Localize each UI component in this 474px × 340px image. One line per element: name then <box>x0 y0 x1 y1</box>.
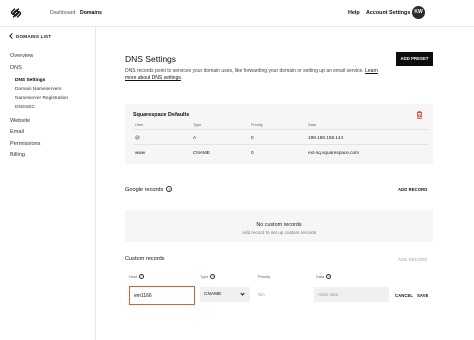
domains-list-back-link[interactable]: DOMAINS LIST <box>9 32 52 39</box>
sidebar-subitem-dnssec[interactable]: DNSSEC <box>15 105 35 110</box>
account-settings-link[interactable]: Account Settings <box>366 10 410 16</box>
record-type: CNAME <box>193 150 210 155</box>
chevron-left-icon <box>9 32 15 39</box>
sidebar-subitem-domain-nameservers[interactable]: Domain Nameservers <box>15 87 61 92</box>
column-header-priority: Priority <box>251 123 263 127</box>
record-data: ext-sq.squarespace.com <box>308 150 360 155</box>
record-host: www <box>135 150 146 155</box>
avatar[interactable]: KW <box>412 6 425 19</box>
type-field-label: Type? <box>200 273 216 279</box>
trash-icon[interactable] <box>416 111 423 119</box>
help-icon[interactable]: ? <box>326 273 332 279</box>
custom-records-title: Custom records <box>125 256 165 262</box>
host-field-label: Host? <box>129 273 144 279</box>
type-select[interactable]: CNAME <box>200 287 250 302</box>
sidebar-item-overview[interactable]: Overview <box>10 53 33 59</box>
sidebar-item-permissions[interactable]: Permissions <box>10 141 40 147</box>
priority-input[interactable] <box>255 287 305 302</box>
breadcrumb-dashboard[interactable]: Dashboard <box>50 10 75 16</box>
help-icon[interactable]: ? <box>210 273 216 279</box>
chevron-down-icon <box>240 291 245 296</box>
sidebar-item-email[interactable]: Email <box>10 129 24 135</box>
top-bar: Dashboard Domains Help Account Settings … <box>0 0 474 27</box>
column-header-host: Host <box>135 123 143 127</box>
help-icon[interactable]: ? <box>139 273 144 279</box>
cancel-button[interactable]: CANCEL <box>395 293 413 298</box>
empty-state-subtitle: Add record to set up custom records <box>241 230 317 235</box>
description-text: DNS records point to services your domai… <box>125 68 364 74</box>
breadcrumb-domains[interactable]: Domains <box>80 10 102 16</box>
help-link[interactable]: Help <box>348 10 360 16</box>
column-header-type: Type <box>193 123 202 127</box>
column-header-data: Data <box>308 123 317 127</box>
record-priority: 0 <box>251 135 254 140</box>
sidebar-subitem-nameserver-registration[interactable]: Nameserver Registration <box>15 96 68 101</box>
help-icon[interactable]: ? <box>166 185 173 192</box>
save-button[interactable]: SAVE <box>417 293 429 298</box>
row-divider <box>133 129 429 130</box>
squarespace-defaults-card: Squarespace Defaults Host Type Priority … <box>125 104 433 164</box>
data-field-label: Data? <box>316 273 332 279</box>
custom-add-record-button[interactable]: ADD RECORD <box>398 257 427 262</box>
google-records-title: Google records? <box>125 185 173 193</box>
sidebar-item-dns[interactable]: DNS <box>10 65 22 71</box>
google-add-record-button[interactable]: ADD RECORD <box>398 187 427 192</box>
main-content: DNS Settings DNS records point to servic… <box>96 27 474 340</box>
priority-field-label: Priority <box>258 274 271 279</box>
host-input[interactable] <box>129 286 195 305</box>
sidebar-item-billing[interactable]: Billing <box>10 152 25 158</box>
back-label: DOMAINS LIST <box>16 34 52 39</box>
record-priority: 0 <box>251 150 254 155</box>
squarespace-logo-icon[interactable] <box>10 7 22 19</box>
sidebar: DOMAINS LIST Overview DNS DNS Settings D… <box>0 27 96 340</box>
type-select-value: CNAME <box>204 292 222 297</box>
page-description: DNS records point to services your domai… <box>125 68 378 81</box>
record-host: @ <box>135 135 140 140</box>
page-title: DNS Settings <box>125 54 177 64</box>
squarespace-defaults-title: Squarespace Defaults <box>133 112 190 118</box>
row-divider <box>133 144 429 145</box>
add-preset-button[interactable]: ADD PRESET <box>396 52 433 66</box>
empty-state-title: No custom records <box>256 222 302 228</box>
data-input[interactable] <box>314 287 389 302</box>
google-records-empty-state: No custom records Add record to set up c… <box>125 210 433 242</box>
record-data: 198.185.159.144 <box>308 135 344 140</box>
record-type: A <box>193 135 197 140</box>
sidebar-subitem-dns-settings[interactable]: DNS Settings <box>15 78 45 83</box>
sidebar-item-website[interactable]: Website <box>10 118 30 124</box>
